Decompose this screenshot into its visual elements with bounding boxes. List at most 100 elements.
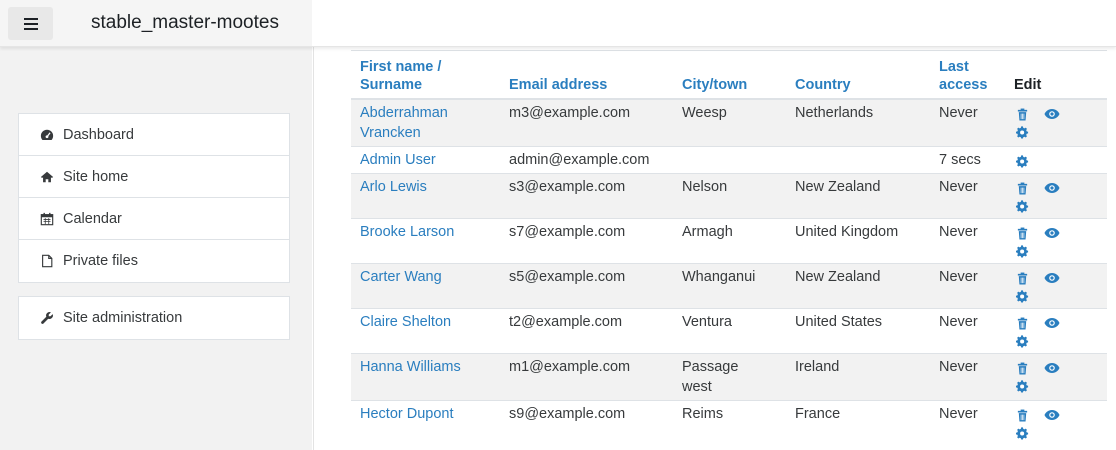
trash-icon[interactable] bbox=[1014, 406, 1030, 424]
eye-icon[interactable] bbox=[1044, 269, 1060, 287]
cell-last-access: Never bbox=[930, 400, 1005, 445]
menu-toggle-button[interactable] bbox=[8, 7, 53, 40]
table-row: Claire Shelton t2@example.com Ventura Unite… bbox=[351, 308, 1107, 354]
eye-icon[interactable] bbox=[1044, 359, 1060, 377]
header-email: Email address bbox=[500, 50, 673, 100]
cell-name: Admin User bbox=[351, 146, 500, 174]
trash-icon[interactable] bbox=[1014, 224, 1030, 242]
cell-edit bbox=[1005, 308, 1107, 354]
user-profile-link[interactable]: Carter Wang bbox=[360, 269, 442, 285]
cell-edit bbox=[1005, 400, 1107, 445]
settings-icon[interactable] bbox=[1014, 377, 1030, 395]
cell-last-access: Never bbox=[930, 218, 1005, 264]
nav-item-label: Dashboard bbox=[63, 126, 134, 143]
main-content: First name / Surname Email address City/… bbox=[313, 47, 1116, 450]
sort-last-access-link[interactable]: Last bbox=[939, 59, 969, 75]
trash-icon[interactable] bbox=[1014, 314, 1030, 332]
cell-email: m3@example.com bbox=[500, 98, 673, 147]
user-profile-link[interactable]: Admin User bbox=[360, 152, 436, 168]
settings-icon[interactable] bbox=[1014, 424, 1030, 442]
trash-icon[interactable] bbox=[1014, 179, 1030, 197]
settings-icon[interactable] bbox=[1014, 332, 1030, 350]
eye-icon[interactable] bbox=[1044, 224, 1060, 242]
cell-country: France bbox=[786, 400, 930, 445]
nav-item-site-administration[interactable]: Site administration bbox=[19, 297, 289, 339]
settings-icon[interactable] bbox=[1014, 152, 1030, 170]
header-edit: Edit bbox=[1005, 50, 1107, 100]
calendar-icon bbox=[40, 212, 54, 226]
table-row: Hanna Williams m1@example.com Passage west I… bbox=[351, 353, 1107, 401]
settings-icon[interactable] bbox=[1014, 123, 1030, 141]
header-city: City/town bbox=[673, 50, 786, 100]
trash-icon[interactable] bbox=[1014, 105, 1030, 123]
cell-name: Carter Wang bbox=[351, 263, 500, 309]
user-profile-link[interactable]: Brooke Larson bbox=[360, 224, 454, 240]
cell-last-access: Never bbox=[930, 353, 1005, 401]
cell-email: s9@example.com bbox=[500, 400, 673, 445]
cell-edit bbox=[1005, 146, 1107, 174]
header-last-access: Last access bbox=[930, 50, 1005, 100]
sort-first-name-link[interactable]: First name bbox=[360, 59, 433, 75]
file-icon bbox=[40, 254, 54, 268]
user-profile-link[interactable]: Hector Dupont bbox=[360, 406, 454, 422]
cell-name: Claire Shelton bbox=[351, 308, 500, 354]
user-profile-link[interactable]: Arlo Lewis bbox=[360, 179, 427, 195]
users-table: First name / Surname Email address City/… bbox=[351, 50, 1107, 445]
sort-city-link[interactable]: City/town bbox=[682, 77, 747, 93]
cell-city: Whanganui bbox=[673, 263, 786, 309]
cell-last-access: 7 secs bbox=[930, 146, 1005, 174]
table-row: Arlo Lewis s3@example.com Nelson New Zealan… bbox=[351, 173, 1107, 219]
user-profile-link[interactable]: Hanna Williams bbox=[360, 359, 461, 375]
cell-city: Weesp bbox=[673, 98, 786, 147]
nav-item-site-home[interactable]: Site home bbox=[19, 156, 289, 198]
cell-edit bbox=[1005, 353, 1107, 401]
eye-icon[interactable] bbox=[1044, 179, 1060, 197]
cell-name: Arlo Lewis bbox=[351, 173, 500, 219]
nav-item-calendar[interactable]: Calendar bbox=[19, 198, 289, 240]
eye-icon[interactable] bbox=[1044, 314, 1060, 332]
cell-country: United States bbox=[786, 308, 930, 354]
settings-icon[interactable] bbox=[1014, 287, 1030, 305]
eye-icon[interactable] bbox=[1044, 406, 1060, 424]
table-row: Carter Wang s5@example.com Whanganui New Ze… bbox=[351, 263, 1107, 309]
settings-icon[interactable] bbox=[1014, 242, 1030, 260]
table-header-row: First name / Surname Email address City/… bbox=[351, 50, 1107, 100]
cell-country bbox=[786, 146, 930, 174]
sort-country-link[interactable]: Country bbox=[795, 77, 851, 93]
admin-nav-block: Site administration bbox=[18, 296, 290, 340]
sort-last-access-link-2[interactable]: access bbox=[939, 77, 987, 93]
cell-last-access: Never bbox=[930, 173, 1005, 219]
cell-email: s5@example.com bbox=[500, 263, 673, 309]
user-profile-link[interactable]: Claire Shelton bbox=[360, 314, 451, 330]
cell-last-access: Never bbox=[930, 98, 1005, 147]
top-navbar: stable_master-mootes bbox=[0, 0, 1116, 47]
user-profile-link[interactable]: Abderrahman Vrancken bbox=[360, 105, 448, 141]
cell-last-access: Never bbox=[930, 308, 1005, 354]
trash-icon[interactable] bbox=[1014, 269, 1030, 287]
settings-icon[interactable] bbox=[1014, 197, 1030, 215]
cell-country: Netherlands bbox=[786, 98, 930, 147]
wrench-icon bbox=[40, 311, 54, 325]
home-icon bbox=[40, 170, 54, 184]
cell-edit bbox=[1005, 98, 1107, 147]
eye-icon[interactable] bbox=[1044, 105, 1060, 123]
sort-email-link[interactable]: Email address bbox=[509, 77, 607, 93]
cell-city: Passage west bbox=[673, 353, 786, 401]
nav-item-label: Site home bbox=[63, 168, 129, 185]
trash-icon[interactable] bbox=[1014, 359, 1030, 377]
cell-email: admin@example.com bbox=[500, 146, 673, 174]
site-name[interactable]: stable_master-mootes bbox=[91, 12, 279, 34]
sort-surname-link[interactable]: Surname bbox=[360, 77, 422, 93]
cell-email: s7@example.com bbox=[500, 218, 673, 264]
cell-name: Hanna Williams bbox=[351, 353, 500, 401]
nav-item-private-files[interactable]: Private files bbox=[19, 240, 289, 282]
cell-name: Abderrahman Vrancken bbox=[351, 98, 500, 147]
cell-email: t2@example.com bbox=[500, 308, 673, 354]
cell-city bbox=[673, 146, 786, 174]
cell-edit bbox=[1005, 173, 1107, 219]
nav-item-dashboard[interactable]: Dashboard bbox=[19, 114, 289, 156]
cell-edit bbox=[1005, 263, 1107, 309]
nav-drawer: Dashboard Site home Calendar Private fil… bbox=[0, 47, 312, 450]
table-row: Admin User admin@example.com 7 secs bbox=[351, 146, 1107, 174]
cell-email: m1@example.com bbox=[500, 353, 673, 401]
